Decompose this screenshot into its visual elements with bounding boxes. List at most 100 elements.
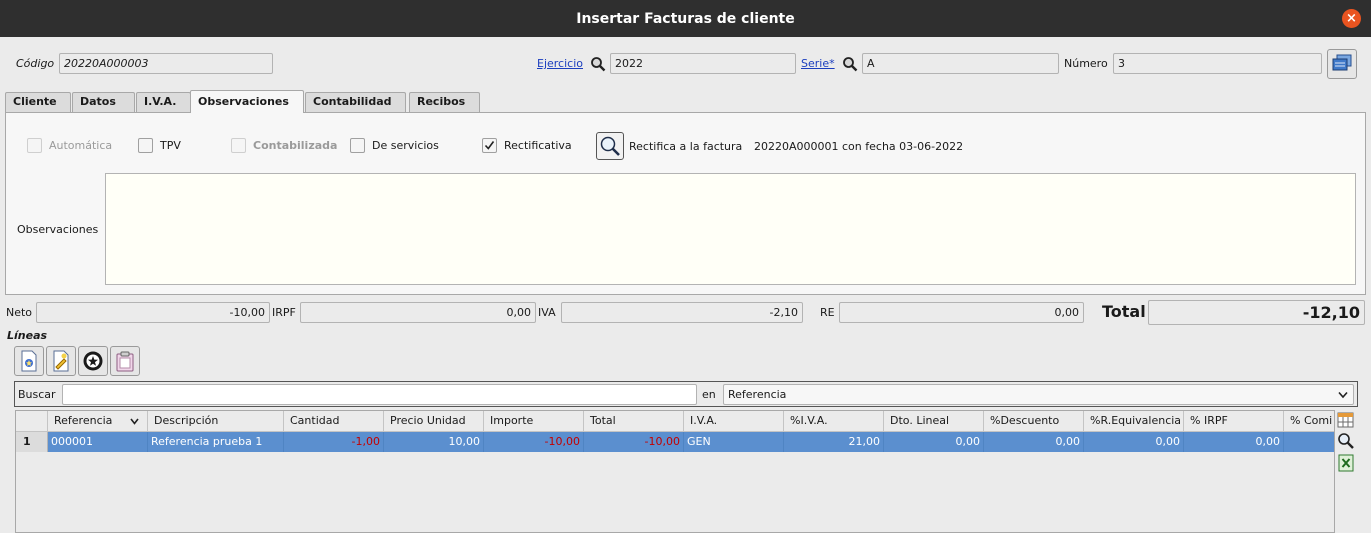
total-label: Total bbox=[1102, 302, 1146, 321]
checkmark-icon bbox=[484, 141, 495, 150]
serie-field[interactable]: A bbox=[862, 53, 1059, 74]
contabilizada-label: Contabilizada bbox=[253, 139, 338, 152]
row-number[interactable]: 1 bbox=[16, 432, 48, 452]
neto-label: Neto bbox=[6, 306, 33, 319]
automatica-label: Automática bbox=[49, 139, 113, 152]
clipboard-icon bbox=[116, 351, 134, 372]
ejercicio-search-button[interactable] bbox=[588, 53, 607, 74]
tab-datos[interactable]: Datos bbox=[72, 92, 135, 112]
cell-porc-requivalencia[interactable]: 0,00 bbox=[1084, 432, 1184, 452]
chevron-down-icon bbox=[1338, 391, 1348, 399]
cell-cantidad[interactable]: -1,00 bbox=[284, 432, 384, 452]
cell-descripcion[interactable]: Referencia prueba 1 bbox=[148, 432, 284, 452]
tab-iva[interactable]: I.V.A. bbox=[136, 92, 191, 112]
iva-field: -2,10 bbox=[561, 302, 803, 323]
documents-button[interactable] bbox=[1327, 49, 1357, 79]
cell-porc-comision[interactable] bbox=[1284, 432, 1334, 452]
rectifica-info: 20220A000001 con fecha 03-06-2022 bbox=[754, 140, 964, 153]
new-document-icon bbox=[21, 350, 37, 372]
numero-label: Número bbox=[1064, 57, 1108, 70]
window-title: Insertar Facturas de cliente bbox=[576, 10, 795, 27]
column-header-porc-irpf[interactable]: % IRPF bbox=[1184, 411, 1284, 432]
delete-icon bbox=[83, 351, 103, 371]
de-servicios-checkbox[interactable] bbox=[350, 138, 365, 153]
lineas-title: Líneas bbox=[7, 329, 48, 342]
export-excel-button[interactable] bbox=[1337, 454, 1355, 472]
lineas-grid: Referencia Descripción Cantidad Precio U… bbox=[15, 410, 1335, 533]
cell-porc-irpf[interactable]: 0,00 bbox=[1184, 432, 1284, 452]
new-line-button[interactable] bbox=[14, 346, 44, 376]
rectifica-label: Rectifica a la factura bbox=[629, 140, 743, 153]
column-settings-button[interactable] bbox=[1337, 411, 1355, 429]
close-button[interactable]: × bbox=[1342, 9, 1361, 28]
serie-search-button[interactable] bbox=[840, 53, 859, 74]
irpf-label: IRPF bbox=[272, 306, 296, 319]
cell-importe[interactable]: -10,00 bbox=[484, 432, 584, 452]
neto-field: -10,00 bbox=[36, 302, 270, 323]
magnifier-icon bbox=[600, 136, 620, 156]
iva-label: IVA bbox=[538, 306, 556, 319]
edit-document-icon bbox=[53, 350, 69, 372]
tab-recibos[interactable]: Recibos bbox=[409, 92, 480, 112]
paste-line-button[interactable] bbox=[110, 346, 140, 376]
tab-observaciones[interactable]: Observaciones bbox=[190, 90, 304, 113]
grid-search-button[interactable] bbox=[1337, 432, 1355, 450]
en-select[interactable]: Referencia bbox=[723, 384, 1354, 405]
cell-total[interactable]: -10,00 bbox=[584, 432, 684, 452]
column-header-porc-descuento[interactable]: %Descuento bbox=[984, 411, 1084, 432]
column-header-cantidad[interactable]: Cantidad bbox=[284, 411, 384, 432]
cell-iva[interactable]: GEN bbox=[684, 432, 784, 452]
column-header-referencia[interactable]: Referencia bbox=[48, 411, 148, 432]
cell-porc-descuento[interactable]: 0,00 bbox=[984, 432, 1084, 452]
cell-referencia[interactable]: 000001 bbox=[48, 432, 148, 452]
column-header-precio-unidad[interactable]: Precio Unidad bbox=[384, 411, 484, 432]
column-header-iva[interactable]: I.V.A. bbox=[684, 411, 784, 432]
contabilizada-checkbox[interactable] bbox=[231, 138, 246, 153]
ejercicio-field[interactable]: 2022 bbox=[610, 53, 796, 74]
tab-cliente[interactable]: Cliente bbox=[5, 92, 71, 112]
edit-line-button[interactable] bbox=[46, 346, 76, 376]
rectificativa-checkbox[interactable] bbox=[482, 138, 497, 153]
observaciones-textarea[interactable] bbox=[105, 173, 1356, 285]
numero-field[interactable]: 3 bbox=[1113, 53, 1322, 74]
de-servicios-label: De servicios bbox=[372, 139, 439, 152]
observaciones-label: Observaciones bbox=[17, 223, 99, 236]
serie-link[interactable]: Serie* bbox=[801, 57, 835, 70]
en-label: en bbox=[702, 388, 716, 401]
column-header-dto-lineal[interactable]: Dto. Lineal bbox=[884, 411, 984, 432]
codigo-label: Código bbox=[16, 57, 55, 70]
cell-precio-unidad[interactable]: 10,00 bbox=[384, 432, 484, 452]
re-label: RE bbox=[820, 306, 835, 319]
irpf-field: 0,00 bbox=[300, 302, 536, 323]
column-header-importe[interactable]: Importe bbox=[484, 411, 584, 432]
tab-contabilidad[interactable]: Contabilidad bbox=[305, 92, 406, 112]
magnifier-icon bbox=[590, 56, 605, 71]
total-field: -12,10 bbox=[1148, 300, 1365, 325]
column-header-label: Referencia bbox=[54, 414, 113, 427]
delete-line-button[interactable] bbox=[78, 346, 108, 376]
cell-porc-iva[interactable]: 21,00 bbox=[784, 432, 884, 452]
sort-chevron-icon bbox=[130, 418, 139, 425]
column-header-porc-requivalencia[interactable]: %R.Equivalencia bbox=[1084, 411, 1184, 432]
documents-icon bbox=[1332, 54, 1352, 71]
cell-dto-lineal[interactable]: 0,00 bbox=[884, 432, 984, 452]
column-header-porc-comision[interactable]: % Comi bbox=[1284, 411, 1334, 432]
column-header-descripcion[interactable]: Descripción bbox=[148, 411, 284, 432]
magnifier-icon bbox=[842, 56, 857, 71]
column-header-porc-iva[interactable]: %I.V.A. bbox=[784, 411, 884, 432]
buscar-input[interactable] bbox=[62, 384, 697, 405]
excel-icon bbox=[1338, 454, 1354, 472]
rectifica-search-button[interactable] bbox=[596, 132, 624, 160]
tpv-label: TPV bbox=[160, 139, 181, 152]
column-header-total[interactable]: Total bbox=[584, 411, 684, 432]
row-header-corner bbox=[16, 411, 48, 432]
ejercicio-link[interactable]: Ejercicio bbox=[537, 57, 583, 70]
magnifier-icon bbox=[1338, 433, 1354, 449]
close-icon: × bbox=[1346, 11, 1357, 26]
tpv-checkbox[interactable] bbox=[138, 138, 153, 153]
window-titlebar: Insertar Facturas de cliente × bbox=[0, 0, 1371, 37]
buscar-label: Buscar bbox=[18, 388, 56, 401]
automatica-checkbox[interactable] bbox=[27, 138, 42, 153]
codigo-field[interactable]: 20220A000003 bbox=[59, 53, 273, 74]
en-select-value: Referencia bbox=[728, 388, 787, 401]
